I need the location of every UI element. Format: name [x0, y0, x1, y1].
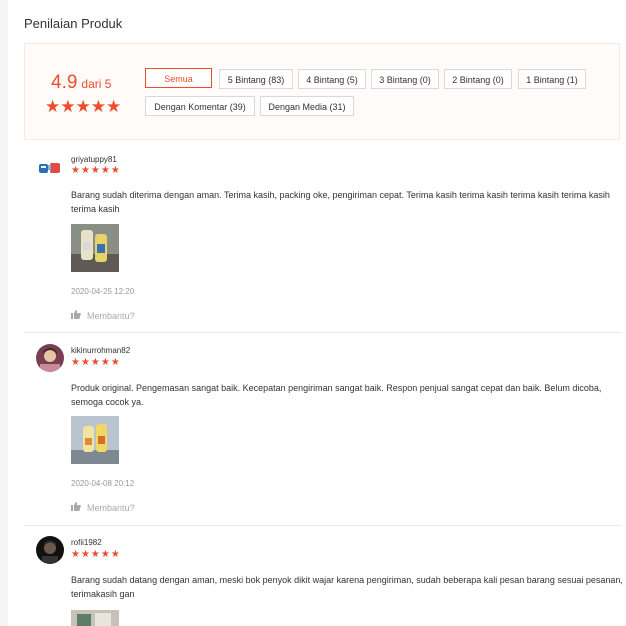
review-date: 2020-04-25 12:20: [71, 287, 135, 296]
review-text: Barang sudah diterima dengan aman. Terim…: [71, 190, 610, 214]
review-username[interactable]: kikinurrohman82: [71, 346, 130, 355]
filter-5-star[interactable]: 5 Bintang (83): [219, 69, 293, 89]
review-photo[interactable]: [71, 610, 119, 626]
thumbs-up-icon: [71, 502, 81, 513]
review-item: griyatuppy81 ★★★★★ Barang sudah diterima…: [24, 140, 622, 330]
filter-3-star[interactable]: 3 Bintang (0): [371, 69, 439, 89]
page-edge: [0, 0, 8, 626]
rating-out-of: dari 5: [81, 77, 112, 91]
review-photo[interactable]: [71, 416, 119, 464]
avatar[interactable]: [36, 344, 64, 372]
review-photo-image: [71, 224, 119, 272]
section-title: Penilaian Produk: [24, 16, 123, 31]
filter-1-star[interactable]: 1 Bintang (1): [518, 69, 586, 89]
rating-summary: 4.9 dari 5 ★★★★★ Semua 5 Bintang (83) 4 B…: [24, 43, 620, 140]
review-date: 2020-04-08 20:12: [71, 479, 135, 488]
avatar-image: [36, 154, 64, 182]
review-photo[interactable]: [71, 224, 119, 272]
helpful-button[interactable]: Membantu?: [71, 502, 135, 513]
filter-with-media[interactable]: Dengan Media (31): [260, 96, 354, 116]
avatar-image: [36, 536, 64, 564]
thumbs-up-icon: [71, 310, 81, 321]
rating-stars: ★★★★★: [45, 97, 122, 116]
helpful-label: Membantu?: [87, 503, 135, 513]
avatar-image: [36, 344, 64, 372]
review-stars: ★★★★★: [71, 357, 121, 368]
filter-all[interactable]: Semua: [145, 68, 212, 88]
filter-with-comment[interactable]: Dengan Komentar (39): [145, 96, 255, 116]
helpful-label: Membantu?: [87, 311, 135, 321]
avatar[interactable]: [36, 536, 64, 564]
review-stars: ★★★★★: [71, 549, 121, 560]
review-username[interactable]: griyatuppy81: [71, 155, 117, 164]
review-text: Barang sudah datang dengan aman, meski b…: [71, 575, 623, 599]
rating-score: 4.9 dari 5: [51, 72, 111, 94]
filter-2-star[interactable]: 2 Bintang (0): [444, 69, 512, 89]
filter-4-star[interactable]: 4 Bintang (5): [298, 69, 366, 89]
review-username[interactable]: rofii1982: [71, 538, 102, 547]
review-stars: ★★★★★: [71, 165, 121, 176]
rating-value: 4.9: [51, 72, 78, 93]
review-item: rofii1982 ★★★★★ Barang sudah datang deng…: [24, 526, 623, 626]
review-photo-image: [71, 416, 119, 464]
avatar[interactable]: [36, 154, 64, 182]
review-photo-image: [71, 610, 119, 626]
review-text: Produk original. Pengemasan sangat baik.…: [71, 383, 602, 407]
helpful-button[interactable]: Membantu?: [71, 310, 135, 321]
review-item: kikinurrohman82 ★★★★★ Produk original. P…: [24, 333, 622, 523]
